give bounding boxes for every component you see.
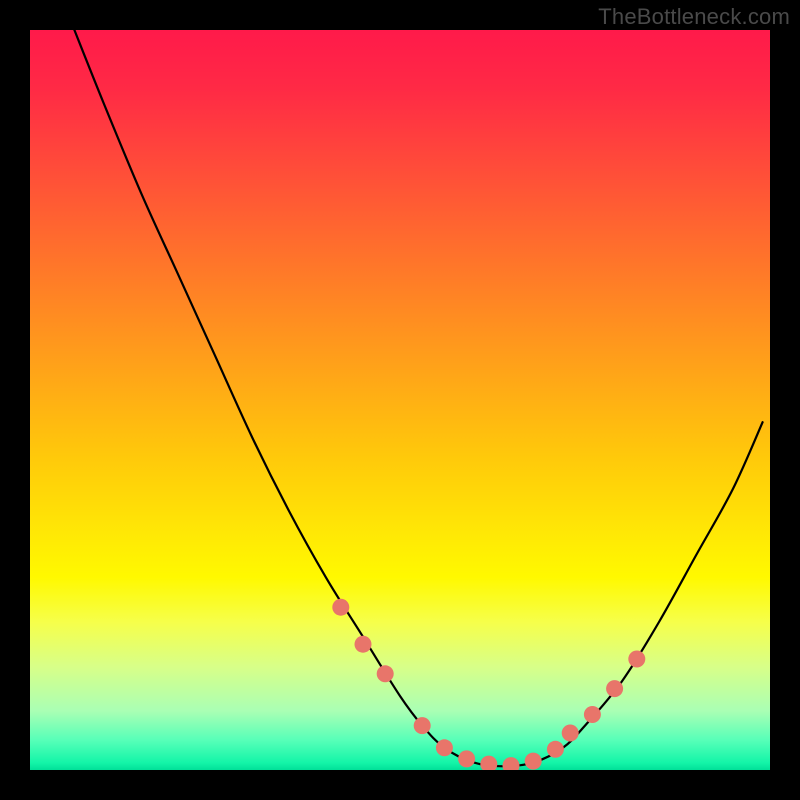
watermark-text: TheBottleneck.com bbox=[598, 4, 790, 30]
curve-marker bbox=[458, 750, 475, 767]
curve-marker bbox=[355, 636, 372, 653]
curve-marker bbox=[414, 717, 431, 734]
curve-marker bbox=[480, 756, 497, 770]
chart-overlay bbox=[30, 30, 770, 770]
curve-marker bbox=[503, 757, 520, 770]
curve-marker bbox=[547, 741, 564, 758]
curve-marker bbox=[377, 665, 394, 682]
curve-marker bbox=[584, 706, 601, 723]
curve-marker bbox=[525, 753, 542, 770]
curve-marker bbox=[606, 680, 623, 697]
curve-marker bbox=[436, 739, 453, 756]
curve-marker bbox=[332, 599, 349, 616]
curve-marker bbox=[562, 725, 579, 742]
bottleneck-curve bbox=[74, 30, 762, 766]
curve-markers bbox=[332, 599, 645, 770]
curve-marker bbox=[628, 651, 645, 668]
